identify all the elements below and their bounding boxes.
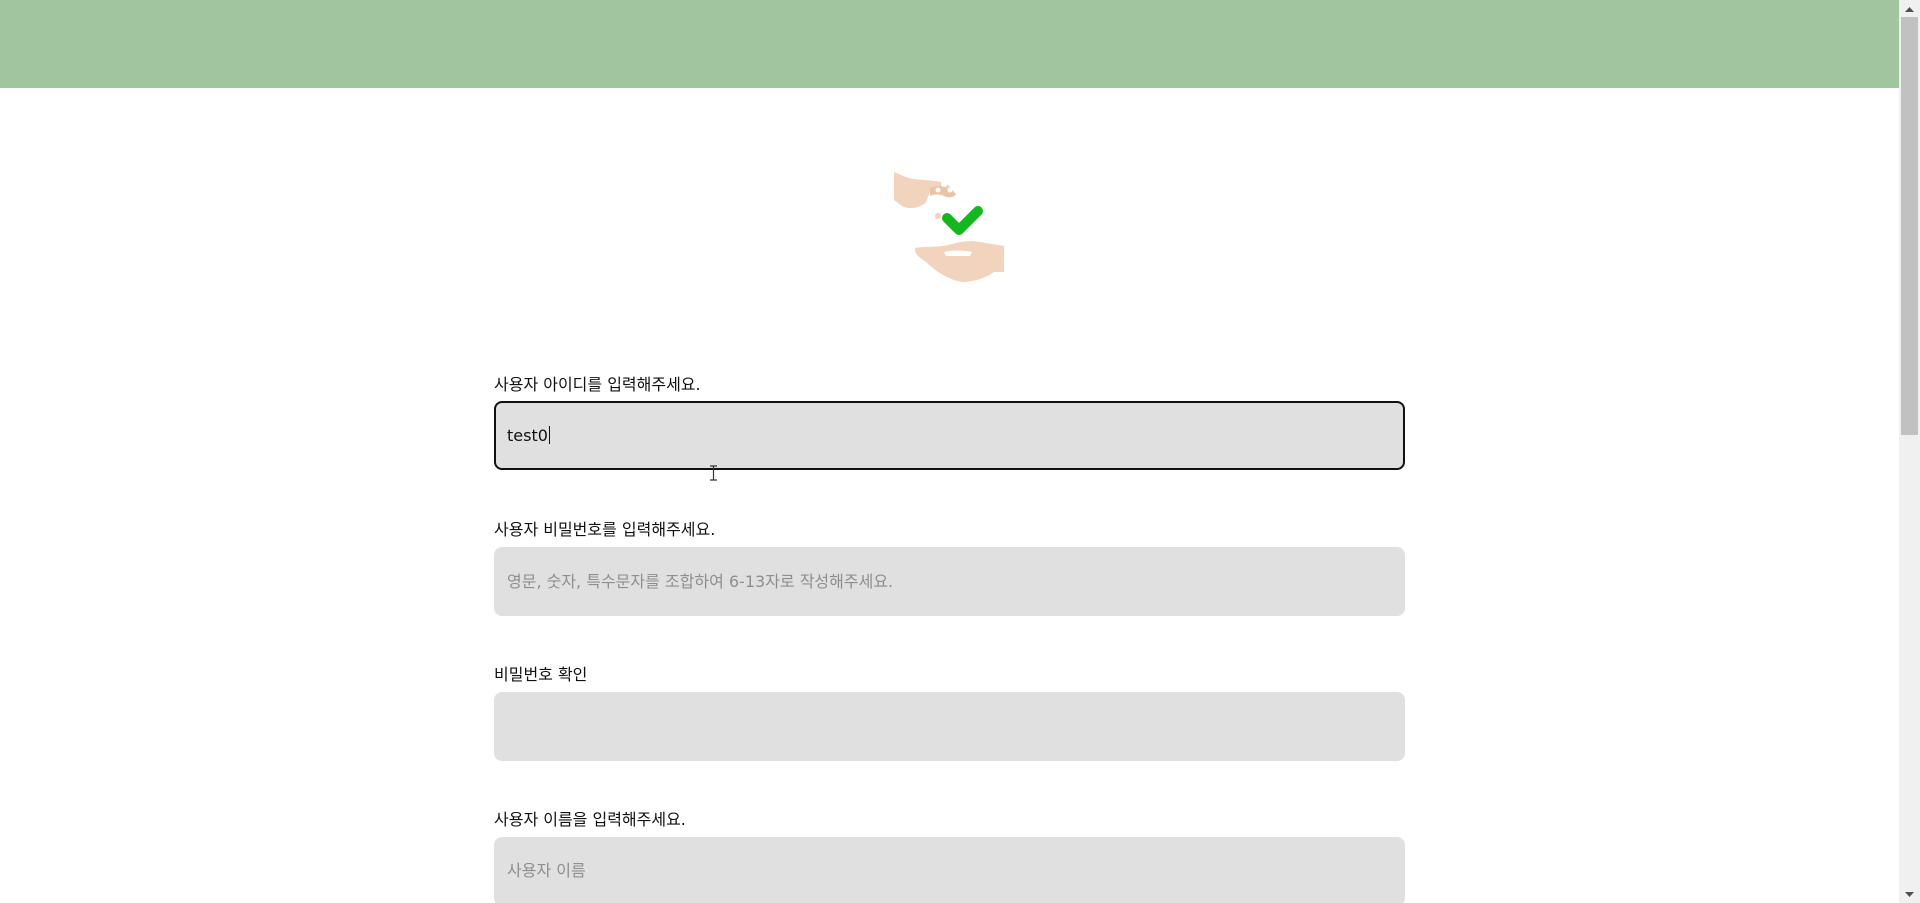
scroll-up-arrow-icon[interactable] bbox=[1899, 0, 1920, 17]
user-name-input[interactable]: 사용자 이름 bbox=[494, 837, 1405, 903]
user-name-placeholder: 사용자 이름 bbox=[507, 861, 586, 880]
hands-with-check-icon bbox=[894, 172, 1004, 282]
password-placeholder: 영문, 숫자, 특수문자를 조합하여 6-13자로 작성해주세요. bbox=[507, 571, 894, 591]
user-name-label: 사용자 이름을 입력해주세요. bbox=[494, 810, 686, 829]
text-caret bbox=[548, 425, 550, 444]
user-id-input[interactable]: test0 bbox=[494, 401, 1405, 470]
password-confirm-input[interactable] bbox=[494, 692, 1405, 761]
vertical-scrollbar[interactable] bbox=[1899, 0, 1920, 903]
top-banner bbox=[0, 0, 1899, 88]
scroll-down-arrow-icon[interactable] bbox=[1899, 886, 1920, 903]
user-id-value-wrap: test0 bbox=[507, 425, 550, 446]
password-label: 사용자 비밀번호를 입력해주세요. bbox=[494, 520, 716, 539]
user-id-value: test0 bbox=[507, 425, 548, 445]
text-cursor-icon bbox=[710, 465, 717, 481]
user-id-label: 사용자 아이디를 입력해주세요. bbox=[494, 375, 701, 394]
password-confirm-label: 비밀번호 확인 bbox=[494, 665, 588, 684]
scroll-thumb[interactable] bbox=[1901, 17, 1918, 435]
password-input[interactable]: 영문, 숫자, 특수문자를 조합하여 6-13자로 작성해주세요. bbox=[494, 547, 1405, 616]
signup-page: 사용자 아이디를 입력해주세요. test0 사용자 비밀번호를 입력해주세요.… bbox=[0, 0, 1920, 903]
